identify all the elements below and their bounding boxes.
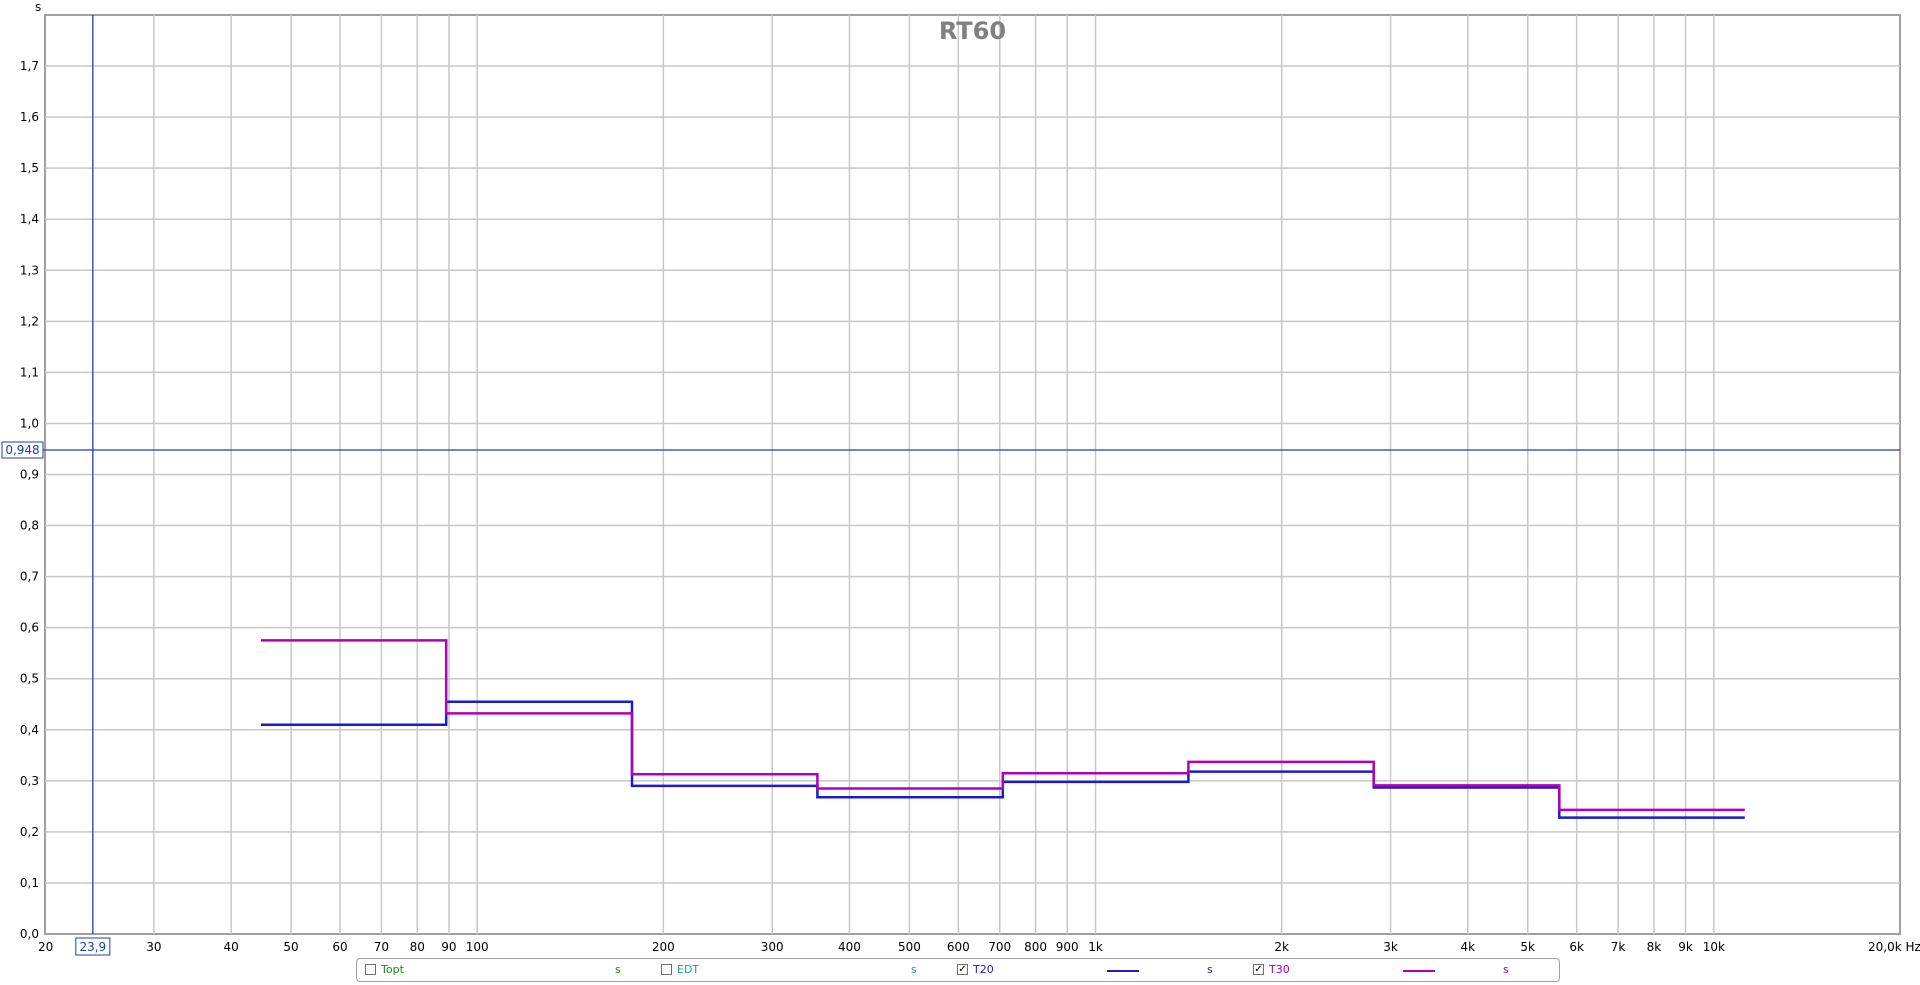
cursor-x-readout: 23,9 <box>79 940 106 954</box>
y-tick-label: 1,4 <box>20 212 39 226</box>
x-tick-label: 7k <box>1611 940 1626 954</box>
y-tick-label: 0,1 <box>20 876 39 890</box>
x-tick-label: 9k <box>1678 940 1693 954</box>
y-tick-label: 1,3 <box>20 263 39 277</box>
x-tick-label: 700 <box>988 940 1011 954</box>
legend-checkbox-t20[interactable]: ✓ <box>957 964 968 975</box>
y-tick-label: 0,0 <box>20 927 39 941</box>
x-tick-label: 900 <box>1056 940 1079 954</box>
x-tick-label: 80 <box>410 940 425 954</box>
x-tick-label: 5k <box>1520 940 1535 954</box>
y-tick-label: 0,8 <box>20 519 39 533</box>
x-tick-label: 60 <box>332 940 347 954</box>
x-tick-label: 70 <box>374 940 389 954</box>
legend-label: EDT <box>677 963 700 976</box>
y-tick-label: 1,1 <box>20 365 39 379</box>
y-tick-label: 1,7 <box>20 59 39 73</box>
x-tick-label: 2k <box>1274 940 1289 954</box>
x-tick-label: 200 <box>652 940 675 954</box>
legend-swatch <box>1107 970 1139 972</box>
x-tick-label: 300 <box>761 940 784 954</box>
x-tick-label: 90 <box>441 940 456 954</box>
x-tick-label: 30 <box>146 940 161 954</box>
x-tick-label: 400 <box>838 940 861 954</box>
rt60-chart: 0,948 23,9 0,0 0,1 0,2 0,3 0,4 0,5 0,6 0,7 0,8 0,9… <box>1 0 1920 956</box>
x-tick-label: 3k <box>1383 940 1398 954</box>
legend-checkbox-edt[interactable] <box>661 964 672 975</box>
x-tick-label: 600 <box>947 940 970 954</box>
x-tick-label: 10k <box>1703 940 1725 954</box>
x-tick-label: 500 <box>898 940 921 954</box>
legend-item-topt: Topt s <box>365 959 661 981</box>
x-tick-label: 40 <box>223 940 238 954</box>
cursor-y-readout: 0,948 <box>5 443 39 457</box>
x-tick-label: 20 <box>38 940 53 954</box>
legend-label: T30 <box>1269 963 1290 976</box>
legend-checkbox-t30[interactable]: ✓ <box>1253 964 1264 975</box>
y-tick-label: 1,0 <box>20 416 39 430</box>
y-tick-label: 1,5 <box>20 161 39 175</box>
y-tick-label: 0,4 <box>20 723 39 737</box>
legend-label: T20 <box>973 963 994 976</box>
y-tick-label: 0,9 <box>20 468 39 482</box>
y-tick-label: 0,2 <box>20 825 39 839</box>
legend-unit: s <box>615 963 621 976</box>
legend-checkbox-topt[interactable] <box>365 964 376 975</box>
y-tick-label: 0,6 <box>20 621 39 635</box>
legend-label: Topt <box>381 963 404 976</box>
x-tick-label: 100 <box>466 940 489 954</box>
x-tick-label: 800 <box>1024 940 1047 954</box>
x-tick-label: 20,0k Hz <box>1868 940 1920 954</box>
legend-unit: s <box>911 963 917 976</box>
x-tick-label: 1k <box>1088 940 1103 954</box>
legend: Topt s EDT s ✓ T20 s ✓ T30 s <box>356 958 1560 982</box>
x-tick-label: 50 <box>283 940 298 954</box>
y-tick-label: 0,3 <box>20 774 39 788</box>
legend-unit: s <box>1207 963 1213 976</box>
legend-swatch <box>1403 970 1435 972</box>
legend-item-t30: ✓ T30 s <box>1253 959 1549 981</box>
y-tick-label: 0,7 <box>20 570 39 584</box>
y-tick-label: 0,5 <box>20 672 39 686</box>
chart-title: RT60 <box>939 17 1006 45</box>
y-tick-label: 1,2 <box>20 314 39 328</box>
y-tick-label: 1,6 <box>20 110 39 124</box>
x-tick-label: 6k <box>1569 940 1584 954</box>
x-tick-label: 4k <box>1461 940 1476 954</box>
legend-item-t20: ✓ T20 s <box>957 959 1253 981</box>
legend-unit: s <box>1503 963 1509 976</box>
x-tick-label: 8k <box>1647 940 1662 954</box>
legend-item-edt: EDT s <box>661 959 957 981</box>
y-axis-unit: s <box>35 0 41 14</box>
